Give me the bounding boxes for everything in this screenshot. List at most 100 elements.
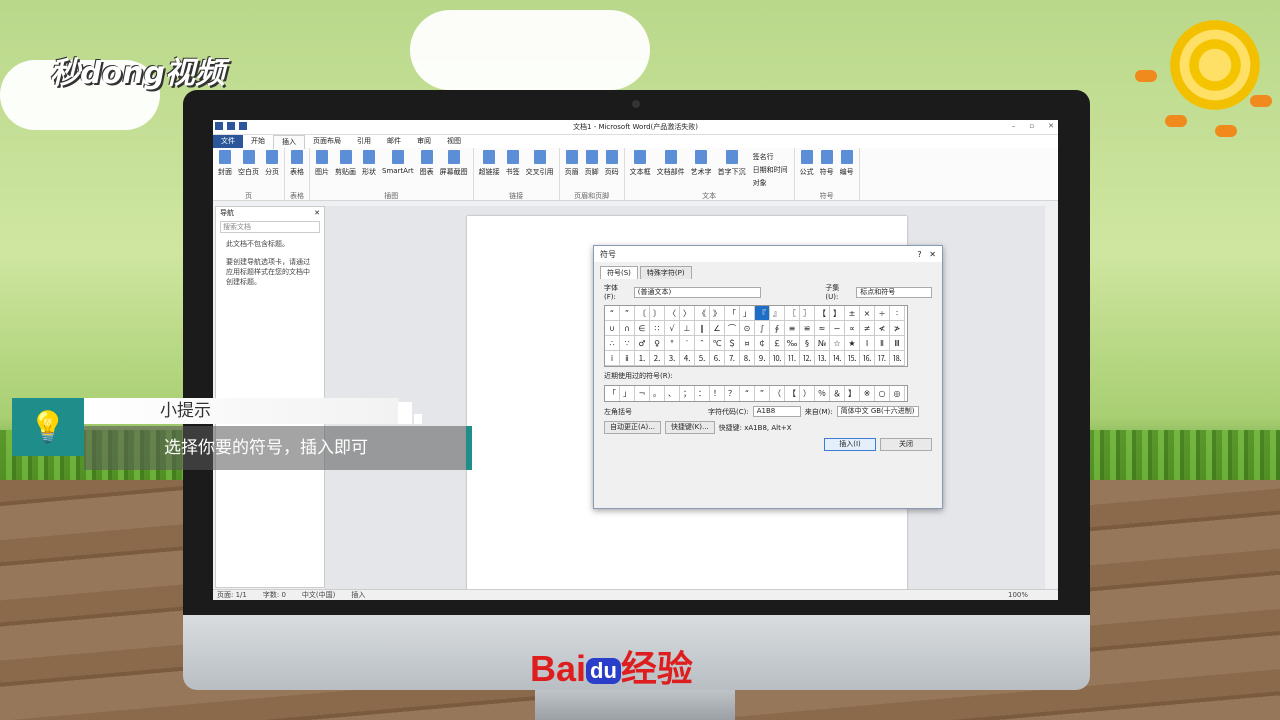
symbol-cell[interactable]: 】 bbox=[830, 306, 845, 321]
symbol-cell[interactable]: 「 bbox=[725, 306, 740, 321]
recent-symbol-cell[interactable]: ） bbox=[800, 386, 815, 401]
symbol-cell[interactable]: ⒘ bbox=[875, 351, 890, 366]
symbol-cell[interactable]: ≌ bbox=[800, 321, 815, 336]
symbol-cell[interactable]: ∩ bbox=[620, 321, 635, 336]
tab-insert[interactable]: 插入 bbox=[273, 134, 305, 149]
smartart-button[interactable]: SmartArt bbox=[379, 148, 417, 191]
symbol-cell[interactable]: ★ bbox=[845, 336, 860, 351]
symbol-cell[interactable]: ° bbox=[665, 336, 680, 351]
undo-icon[interactable] bbox=[239, 122, 247, 130]
save-icon[interactable] bbox=[227, 122, 235, 130]
equation-button[interactable]: 公式 bbox=[797, 148, 817, 191]
symbol-cell[interactable]: ⊥ bbox=[680, 321, 695, 336]
symbol-cell[interactable]: ⒕ bbox=[830, 351, 845, 366]
recent-symbol-cell[interactable]: 「 bbox=[605, 386, 620, 401]
recent-symbol-cell[interactable]: ◎ bbox=[890, 386, 905, 401]
symbol-cell[interactable]: ⒏ bbox=[740, 351, 755, 366]
symbol-cell[interactable]: ∈ bbox=[635, 321, 650, 336]
minimize-icon[interactable]: – bbox=[1012, 122, 1016, 130]
symbol-cell[interactable]: ≠ bbox=[860, 321, 875, 336]
autocorrect-button[interactable]: 自动更正(A)... bbox=[604, 421, 661, 434]
symbol-cell[interactable]: ∶ bbox=[890, 306, 905, 321]
insert-button[interactable]: 插入(I) bbox=[824, 438, 876, 451]
chart-button[interactable]: 图表 bbox=[417, 148, 437, 191]
subset-select[interactable]: 标点和符号 bbox=[856, 286, 932, 298]
recent-symbol-cell[interactable]: 。 bbox=[650, 386, 665, 401]
symbol-cell[interactable]: ⒌ bbox=[695, 351, 710, 366]
symbol-cell[interactable]: ∵ bbox=[620, 336, 635, 351]
symbol-cell[interactable]: ⒊ bbox=[665, 351, 680, 366]
symbol-cell[interactable]: ℃ bbox=[710, 336, 725, 351]
dropcap-button[interactable]: 首字下沉 bbox=[715, 148, 749, 191]
page-number-button[interactable]: 页码 bbox=[602, 148, 622, 191]
recent-symbol-cell[interactable]: ！ bbox=[710, 386, 725, 401]
object-button[interactable]: 对象 bbox=[753, 178, 788, 188]
recent-symbol-cell[interactable]: ； bbox=[680, 386, 695, 401]
symbol-cell[interactable]: 【 bbox=[815, 306, 830, 321]
language[interactable]: 中文(中国) bbox=[302, 590, 335, 600]
recent-symbol-cell[interactable]: ○ bbox=[875, 386, 890, 401]
clipart-button[interactable]: 剪贴画 bbox=[332, 148, 359, 191]
screenshot-button[interactable]: 屏幕截图 bbox=[437, 148, 471, 191]
symbol-cell[interactable]: ‰ bbox=[785, 336, 800, 351]
symbol-cell[interactable]: ⒍ bbox=[710, 351, 725, 366]
symbol-cell[interactable]: 《 bbox=[695, 306, 710, 321]
symbol-cell[interactable]: ⒑ bbox=[770, 351, 785, 366]
symbol-cell[interactable]: ∽ bbox=[830, 321, 845, 336]
recent-symbol-cell[interactable]: ※ bbox=[860, 386, 875, 401]
tab-review[interactable]: 审阅 bbox=[409, 135, 439, 148]
textbox-button[interactable]: 文本框 bbox=[627, 148, 654, 191]
symbol-cell[interactable]: ÷ bbox=[875, 306, 890, 321]
symbol-cell[interactable]: ∥ bbox=[695, 321, 710, 336]
recent-symbol-cell[interactable]: ？ bbox=[725, 386, 740, 401]
from-select[interactable]: 简体中文 GB(十六进制) bbox=[836, 406, 919, 417]
tab-file[interactable]: 文件 bbox=[213, 135, 243, 148]
symbol-cell[interactable]: ＄ bbox=[725, 336, 740, 351]
symbol-cell[interactable]: 》 bbox=[710, 306, 725, 321]
symbol-cell[interactable]: ∮ bbox=[770, 321, 785, 336]
symbol-cell[interactable]: Ⅱ bbox=[875, 336, 890, 351]
symbol-cell[interactable]: 〔 bbox=[635, 306, 650, 321]
symbol-cell[interactable]: × bbox=[860, 306, 875, 321]
recent-symbol-cell[interactable]: ” bbox=[755, 386, 770, 401]
symbol-cell[interactable]: ∝ bbox=[845, 321, 860, 336]
symbol-cell[interactable]: 〗 bbox=[800, 306, 815, 321]
symbol-cell[interactable]: ∠ bbox=[710, 321, 725, 336]
symbol-cell[interactable]: ≮ bbox=[875, 321, 890, 336]
hyperlink-button[interactable]: 超链接 bbox=[476, 148, 503, 191]
nav-close-icon[interactable]: ✕ bbox=[314, 207, 320, 219]
signature-line-button[interactable]: 签名行 bbox=[753, 152, 788, 162]
symbol-cell[interactable]: ∫ bbox=[755, 321, 770, 336]
shapes-button[interactable]: 形状 bbox=[359, 148, 379, 191]
picture-button[interactable]: 图片 bbox=[312, 148, 332, 191]
vertical-scrollbar[interactable] bbox=[1048, 206, 1056, 586]
symbol-cell[interactable]: 〈 bbox=[665, 306, 680, 321]
nav-search-input[interactable]: 搜索文档 bbox=[220, 221, 320, 233]
bookmark-button[interactable]: 书签 bbox=[503, 148, 523, 191]
close-icon[interactable]: ✕ bbox=[1048, 122, 1054, 130]
symbol-cell[interactable]: ⒋ bbox=[680, 351, 695, 366]
symbol-cell[interactable]: ≈ bbox=[815, 321, 830, 336]
symbol-cell[interactable]: ′ bbox=[680, 336, 695, 351]
recent-symbol-cell[interactable]: 、 bbox=[665, 386, 680, 401]
symbol-cell[interactable]: 〖 bbox=[785, 306, 800, 321]
font-select[interactable]: (普通文本) bbox=[633, 286, 762, 298]
symbol-cell[interactable]: ⅰ bbox=[605, 351, 620, 366]
symbol-cell[interactable]: ⌒ bbox=[725, 321, 740, 336]
symbol-cell[interactable]: ⒓ bbox=[800, 351, 815, 366]
header-button[interactable]: 页眉 bbox=[562, 148, 582, 191]
symbol-cell[interactable]: 」 bbox=[740, 306, 755, 321]
tab-mailings[interactable]: 邮件 bbox=[379, 135, 409, 148]
footer-button[interactable]: 页脚 bbox=[582, 148, 602, 191]
symbol-cell[interactable]: ∪ bbox=[605, 321, 620, 336]
symbol-button[interactable]: 符号 bbox=[817, 148, 837, 191]
symbol-cell[interactable]: ☆ bbox=[830, 336, 845, 351]
symbol-cell[interactable]: “ bbox=[605, 306, 620, 321]
symbol-cell[interactable]: ≡ bbox=[785, 321, 800, 336]
symbol-cell[interactable]: ⒎ bbox=[725, 351, 740, 366]
symbol-cell[interactable]: № bbox=[815, 336, 830, 351]
dialog-close-icon[interactable]: ✕ bbox=[929, 250, 936, 259]
symbol-cell[interactable]: ∷ bbox=[650, 321, 665, 336]
tab-symbols[interactable]: 符号(S) bbox=[600, 266, 638, 279]
symbol-cell[interactable]: ⒈ bbox=[635, 351, 650, 366]
